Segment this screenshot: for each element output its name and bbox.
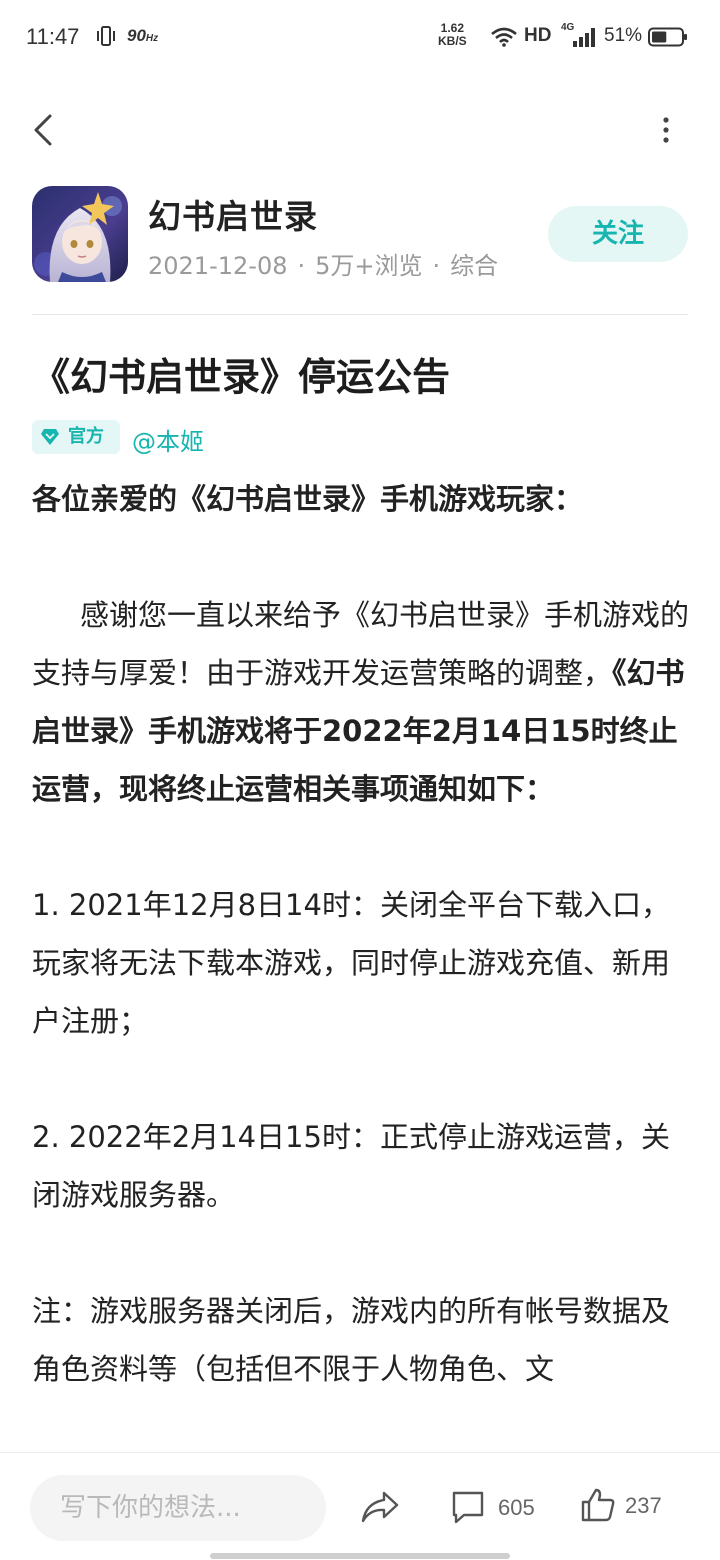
greeting: 各位亲爱的《幻书启世录》手机游戏玩家：	[32, 482, 584, 516]
like-count: 237	[625, 1493, 662, 1518]
back-button[interactable]	[28, 110, 60, 150]
comment-input[interactable]: 写下你的想法...	[30, 1475, 326, 1541]
post-category: 综合	[450, 252, 499, 280]
author-name[interactable]: 幻书启世录	[148, 190, 318, 238]
share-arrow-icon[interactable]	[360, 1489, 400, 1525]
battery-icon	[648, 27, 687, 47]
notice-note: 注：游戏服务器关闭后，游戏内的所有帐号数据及角色资料等（包括但不限于人物角色、文	[32, 1294, 671, 1386]
post-date: 2021-12-08	[148, 252, 288, 280]
signal-icon	[573, 28, 595, 47]
more-options-button[interactable]	[656, 112, 676, 148]
home-indicator[interactable]	[210, 1553, 510, 1559]
notice-item-2: 2. 2022年2月14日15时：正式停止游戏运营，关闭游戏服务器。	[32, 1120, 670, 1212]
comment-count: 605	[498, 1495, 535, 1520]
network-speed: 1.62 KB/S	[438, 21, 467, 48]
notice-item-1: 1. 2021年12月8日14时：关闭全平台下载入口，玩家将无法下载本游戏，同时…	[32, 888, 671, 1038]
vibrate-icon	[97, 26, 115, 46]
wifi-icon	[491, 27, 517, 47]
author-mention[interactable]: @本姬	[132, 422, 204, 457]
refresh-rate: 90Hz	[127, 26, 159, 45]
official-badge: 官方	[32, 420, 120, 454]
meta-separator: ·	[432, 252, 441, 280]
paragraph-text: 感谢您一直以来给予《幻书启世录》手机游戏的支持与厚爱！由于游戏开发运营策略的调整…	[32, 598, 690, 690]
divider	[32, 314, 688, 315]
bottom-bar: 写下你的想法... 605 237	[0, 1452, 720, 1560]
paragraph: 感谢您一直以来给予《幻书启世录》手机游戏的支持与厚爱！由于游戏开发运营策略的调整…	[32, 586, 692, 818]
comment-bubble-icon	[452, 1491, 484, 1524]
like-button[interactable]: 237	[580, 1487, 670, 1527]
game-avatar[interactable]	[32, 186, 128, 282]
diamond-badge-icon	[41, 429, 59, 445]
article-title: 《幻书启世录》停运公告	[32, 355, 451, 399]
post-meta: 2021-12-08 · 5万+浏览 · 综合	[148, 246, 498, 281]
article-body: 各位亲爱的《幻书启世录》手机游戏玩家： 感谢您一直以来给予《幻书启世录》手机游戏…	[32, 470, 692, 1398]
official-badge-label: 官方	[68, 426, 104, 447]
battery-percent: 51%	[604, 25, 643, 46]
meta-separator: ·	[297, 252, 306, 280]
follow-button[interactable]: 关注	[548, 206, 688, 262]
hd-indicator: HD	[524, 25, 552, 46]
comment-button[interactable]: 605	[450, 1489, 540, 1529]
status-time: 11:47	[26, 24, 80, 49]
thumbs-up-icon	[581, 1488, 615, 1522]
status-bar: 11:47 90Hz 1.62 KB/S HD 4G 51%	[0, 0, 720, 76]
view-count: 5万+浏览	[315, 252, 423, 280]
